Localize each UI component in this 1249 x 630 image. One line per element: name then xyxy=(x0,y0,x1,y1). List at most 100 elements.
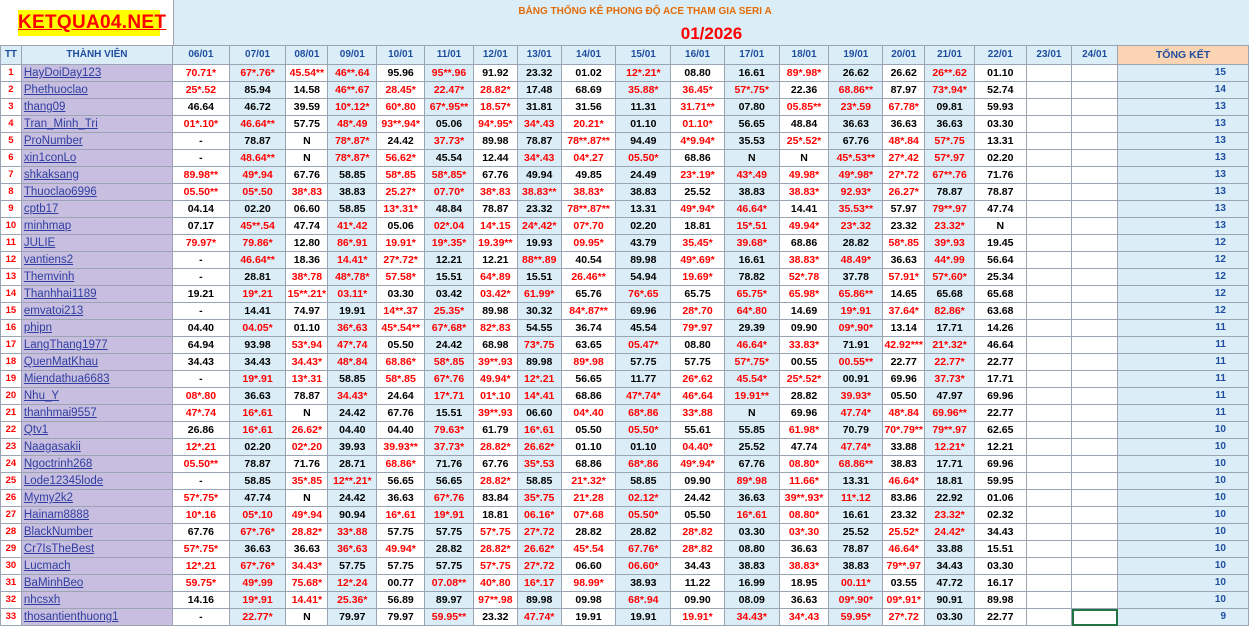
score-cell[interactable] xyxy=(1025,574,1073,592)
score-cell[interactable] xyxy=(1071,166,1118,184)
score-cell[interactable]: 10*.16 xyxy=(172,506,230,524)
score-cell[interactable]: 03.55 xyxy=(882,574,926,592)
score-cell[interactable] xyxy=(1071,506,1118,524)
score-cell[interactable]: 23.32 xyxy=(472,608,518,626)
score-cell[interactable]: 34.43* xyxy=(285,353,329,371)
score-cell[interactable]: 78*.87* xyxy=(327,149,378,167)
score-cell[interactable]: 16.61 xyxy=(723,251,780,269)
score-cell[interactable]: 19*.91 xyxy=(228,591,287,609)
score-cell[interactable]: 18.81 xyxy=(472,506,518,524)
score-cell[interactable]: 47.97 xyxy=(924,387,975,405)
score-cell[interactable]: 14.65 xyxy=(882,285,926,303)
score-cell[interactable]: 57.58* xyxy=(376,268,426,286)
score-cell[interactable]: 39.93* xyxy=(828,387,884,405)
score-cell[interactable]: 04*.40 xyxy=(560,404,617,422)
total-cell[interactable]: 13 xyxy=(1117,149,1249,167)
score-cell[interactable]: 46.64* xyxy=(882,540,926,558)
member-cell[interactable]: xin1conLo xyxy=(20,149,174,167)
score-cell[interactable]: 03.30 xyxy=(723,523,780,541)
score-cell[interactable]: 98.99* xyxy=(560,574,617,592)
score-cell[interactable]: 28.82* xyxy=(472,438,518,456)
row-number[interactable]: 6 xyxy=(0,149,22,167)
total-cell[interactable]: 10 xyxy=(1117,472,1249,490)
score-cell[interactable]: 12.21 xyxy=(424,251,474,269)
score-cell[interactable]: 05.50** xyxy=(172,455,230,473)
score-cell[interactable] xyxy=(1025,404,1073,422)
score-cell[interactable]: 67*.76* xyxy=(228,557,287,575)
score-cell[interactable]: 03.30 xyxy=(973,115,1027,133)
row-number[interactable]: 21 xyxy=(0,404,22,422)
score-cell[interactable]: 22.77* xyxy=(228,608,287,626)
score-cell[interactable]: 36.63 xyxy=(285,540,329,558)
score-cell[interactable]: - xyxy=(172,472,230,490)
score-cell[interactable] xyxy=(1025,268,1073,286)
member-cell[interactable]: nhcsxh xyxy=(20,591,174,609)
score-cell[interactable]: 25*.52* xyxy=(778,370,830,388)
score-cell[interactable]: 28.82 xyxy=(828,234,884,252)
score-cell[interactable]: 54.55 xyxy=(516,319,562,337)
score-cell[interactable]: 14*.41 xyxy=(516,387,562,405)
score-cell[interactable]: 67*.76 xyxy=(424,370,474,388)
score-cell[interactable]: 38.83 xyxy=(723,557,780,575)
score-cell[interactable]: 18.36 xyxy=(285,251,329,269)
score-cell[interactable]: 49*.94 xyxy=(285,506,329,524)
score-cell[interactable] xyxy=(1071,251,1118,269)
score-cell[interactable]: 31.81 xyxy=(516,98,562,116)
score-cell[interactable]: 33*.88 xyxy=(327,523,378,541)
score-cell[interactable]: 40.54 xyxy=(560,251,617,269)
score-cell[interactable] xyxy=(1071,234,1118,252)
row-number[interactable]: 10 xyxy=(0,217,22,235)
score-cell[interactable]: 19.45 xyxy=(973,234,1027,252)
score-cell[interactable]: 13.31 xyxy=(973,132,1027,150)
score-cell[interactable]: 35*.85 xyxy=(285,472,329,490)
score-cell[interactable]: 88**.89 xyxy=(516,251,562,269)
score-cell[interactable]: 48.49* xyxy=(828,251,884,269)
score-cell[interactable]: 83.84 xyxy=(472,489,518,507)
score-cell[interactable]: 47.74 xyxy=(228,489,287,507)
score-cell[interactable]: 69.96 xyxy=(973,455,1027,473)
score-cell[interactable]: 05.50** xyxy=(172,183,230,201)
score-cell[interactable]: 89.98** xyxy=(172,166,230,184)
score-cell[interactable] xyxy=(1025,336,1073,354)
member-name-link[interactable]: thanhmai9557 xyxy=(24,407,97,419)
score-cell[interactable] xyxy=(1071,438,1118,456)
score-cell[interactable]: 16*.61 xyxy=(516,421,562,439)
score-cell[interactable] xyxy=(1071,421,1118,439)
score-cell[interactable]: 19*.91 xyxy=(828,302,884,320)
score-cell[interactable]: 68.98 xyxy=(472,336,518,354)
score-cell[interactable]: 68.86** xyxy=(828,455,884,473)
score-cell[interactable]: 16.99 xyxy=(723,574,780,592)
member-name-link[interactable]: Hainam8888 xyxy=(24,509,89,521)
score-cell[interactable]: 79.97 xyxy=(327,608,378,626)
score-cell[interactable]: 65.75* xyxy=(723,285,780,303)
score-cell[interactable] xyxy=(1071,302,1118,320)
score-cell[interactable]: 11*.12 xyxy=(828,489,884,507)
score-cell[interactable]: 49.85 xyxy=(560,166,617,184)
row-number[interactable]: 23 xyxy=(0,438,22,456)
score-cell[interactable]: 49*.99 xyxy=(228,574,287,592)
score-cell[interactable]: 02.20 xyxy=(228,200,287,218)
score-cell[interactable]: 19*.91 xyxy=(424,506,474,524)
score-cell[interactable]: 68*.86 xyxy=(615,455,672,473)
score-cell[interactable]: 78.87 xyxy=(973,183,1027,201)
score-cell[interactable]: 68.86* xyxy=(376,455,426,473)
row-number[interactable]: 32 xyxy=(0,591,22,609)
score-cell[interactable]: 38*.83 xyxy=(472,183,518,201)
score-cell[interactable]: 31.56 xyxy=(560,98,617,116)
score-cell[interactable]: 45.54* xyxy=(723,370,780,388)
member-name-link[interactable]: BlackNumber xyxy=(24,526,93,538)
score-cell[interactable] xyxy=(1025,489,1073,507)
score-cell[interactable]: 45*.54** xyxy=(376,319,426,337)
score-cell[interactable]: 36.63 xyxy=(882,251,926,269)
score-cell[interactable]: 36.63 xyxy=(778,540,830,558)
score-cell[interactable]: 89.97 xyxy=(424,591,474,609)
score-cell[interactable]: 11.66* xyxy=(778,472,830,490)
score-cell[interactable]: 46.72 xyxy=(228,98,287,116)
score-cell[interactable]: 65.75 xyxy=(670,285,725,303)
score-cell[interactable]: 64*.89 xyxy=(472,268,518,286)
score-cell[interactable]: 58.85 xyxy=(615,472,672,490)
score-cell[interactable]: 69.96 xyxy=(615,302,672,320)
score-cell[interactable]: 33.83* xyxy=(778,336,830,354)
score-cell[interactable]: 85.94 xyxy=(228,81,287,99)
score-cell[interactable]: 01.10 xyxy=(615,115,672,133)
